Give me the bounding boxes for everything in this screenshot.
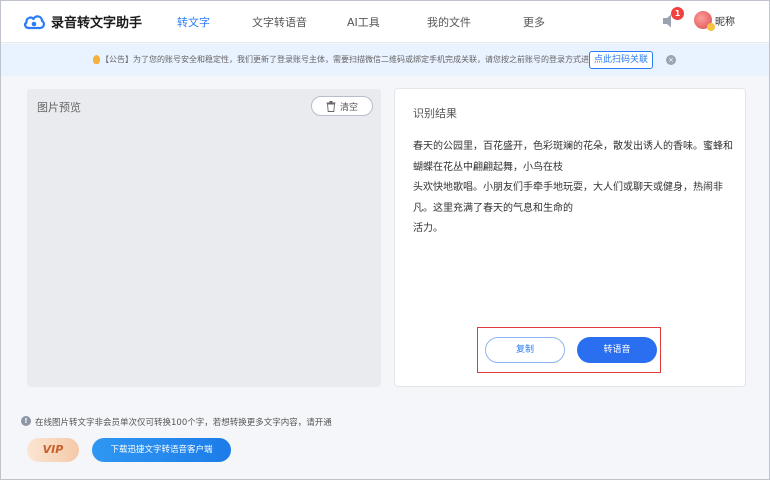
announcement-icon: [93, 55, 100, 64]
recognition-result-panel: 识别结果 春天的公园里，百花盛开，色彩斑斓的花朵，散发出诱人的香味。蜜蜂和 蝴蝶…: [394, 88, 746, 387]
result-title: 识别结果: [413, 107, 457, 120]
app-window: 录音转文字助手 转文字 文字转语音 AI工具 我的文件 更多 1 昵称 【公告】…: [0, 0, 770, 480]
user-avatar[interactable]: [694, 11, 715, 31]
result-line: 蝴蝶在花丛中翩翩起舞，小鸟在枝: [413, 161, 563, 173]
image-preview-title: 图片预览: [37, 101, 81, 114]
result-line: 头欢快地歌唱。小朋友们手牵手地玩耍，大人们或聊天或健身，热闹非: [413, 182, 723, 193]
clear-button-label: 清空: [339, 102, 358, 113]
result-line: 春天的公园里，百花盛开，色彩斑斓的花朵，散发出诱人的香味。蜜蜂和: [413, 141, 733, 152]
cloud-logo-icon: [24, 14, 45, 29]
member-limit-text: 在线图片转文字非会员单次仅可转换100个字，若想转换更多文字内容，请开通: [35, 418, 332, 428]
download-client-button[interactable]: 下载迅捷文字转语音客户端: [92, 438, 231, 462]
vip-button[interactable]: VIP: [27, 438, 79, 462]
info-icon: !: [21, 416, 31, 426]
announcement-bar: 【公告】为了您的账号安全和稳定性，我们更新了登录账号主体，需要扫描微信二维码或绑…: [1, 44, 769, 76]
clear-button[interactable]: 清空: [311, 96, 373, 116]
to-speech-button[interactable]: 转语音: [577, 337, 657, 363]
result-text[interactable]: 春天的公园里，百花盛开，色彩斑斓的花朵，散发出诱人的香味。蜜蜂和 蝴蝶在花丛中翩…: [413, 137, 735, 240]
nav-tab-ai-tools[interactable]: AI工具: [347, 14, 380, 30]
app-logo[interactable]: 录音转文字助手: [23, 12, 142, 31]
result-line: 活力。: [413, 223, 443, 234]
nav-tab-to-text[interactable]: 转文字: [177, 14, 210, 30]
result-line: 凡。这里充满了春天的气息和生命的: [413, 202, 573, 214]
app-title: 录音转文字助手: [51, 16, 143, 31]
nav-tab-text-to-speech[interactable]: 文字转语音: [252, 14, 307, 30]
nav-tab-more[interactable]: 更多: [523, 14, 545, 30]
scan-to-link-button[interactable]: 点此扫码关联: [589, 51, 653, 69]
image-preview-panel: 图片预览 清空: [27, 89, 381, 387]
close-icon[interactable]: ×: [666, 55, 676, 65]
copy-button[interactable]: 复制: [485, 337, 565, 363]
user-nickname[interactable]: 昵称: [715, 13, 735, 28]
notification-badge: 1: [671, 7, 684, 20]
nav-tab-my-files[interactable]: 我的文件: [427, 14, 471, 30]
announcement-text: 【公告】为了您的账号安全和稳定性，我们更新了登录账号主体，需要扫描微信二维码或绑…: [101, 55, 621, 64]
top-header: 录音转文字助手 转文字 文字转语音 AI工具 我的文件 更多 1 昵称: [1, 1, 769, 43]
trash-icon: [326, 100, 336, 112]
